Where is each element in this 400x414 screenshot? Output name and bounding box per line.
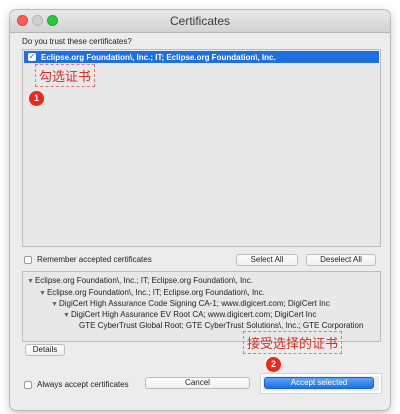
remember-accepted-checkbox[interactable] [24,255,32,264]
tree-node[interactable]: ▼DigiCert High Assurance Code Signing CA… [51,299,330,308]
tree-node[interactable]: ▼Eclipse.org Foundation\, Inc.; IT; Ecli… [39,288,265,297]
step-1-badge: 1 [29,91,44,106]
select-all-button[interactable]: Select All [236,254,298,266]
accept-selected-button[interactable]: Accept selected [264,377,374,389]
expand-triangle-icon[interactable]: ▼ [27,278,34,285]
expand-triangle-icon[interactable]: ▼ [63,312,70,319]
remember-accepted-label: Remember accepted certificates [37,255,152,264]
deselect-all-button[interactable]: Deselect All [306,254,376,266]
tree-node-label: GTE CyberTrust Global Root; GTE CyberTru… [79,321,364,330]
expand-triangle-icon[interactable]: ▼ [51,301,58,308]
always-accept-label: Always accept certificates [37,380,129,389]
tree-node[interactable]: GTE CyberTrust Global Root; GTE CyberTru… [79,321,363,330]
details-button[interactable]: Details [25,344,65,356]
expand-triangle-icon[interactable]: ▼ [39,290,46,297]
annotation-accept-selected: 接受选择的证书 [243,331,343,354]
certificate-list-item[interactable]: ✓ Eclipse.org Foundation\, Inc.; IT; Ecl… [24,51,379,63]
always-accept-checkbox[interactable] [24,380,32,389]
tree-node-label: Eclipse.org Foundation\, Inc.; IT; Eclip… [34,276,253,285]
window-title: Certificates [169,14,231,28]
cancel-button[interactable]: Cancel [145,377,250,389]
always-accept-row[interactable]: Always accept certificates [24,380,129,389]
tree-node[interactable]: ▼DigiCert High Assurance EV Root CA; www… [63,310,316,319]
certificate-checkbox[interactable]: ✓ [28,53,36,61]
tree-node-label: Eclipse.org Foundation\, Inc.; IT; Eclip… [46,288,265,297]
trust-question: Do you trust these certificates? [22,37,132,46]
tree-node-label: DigiCert High Assurance EV Root CA; www.… [70,310,317,319]
tree-node-label: DigiCert High Assurance Code Signing CA-… [58,299,330,308]
certificates-dialog: Certificates Do you trust these certific… [10,10,390,410]
tree-node[interactable]: ▼Eclipse.org Foundation\, Inc.; IT; Ecli… [27,276,253,285]
certificate-label: Eclipse.org Foundation\, Inc.; IT; Eclip… [41,52,276,62]
remember-accepted-row[interactable]: Remember accepted certificates [24,255,152,264]
annotation-select-certificate: 勾选证书 [35,64,96,87]
step-2-badge: 2 [266,357,281,372]
title-bar: Certificates [10,10,390,33]
